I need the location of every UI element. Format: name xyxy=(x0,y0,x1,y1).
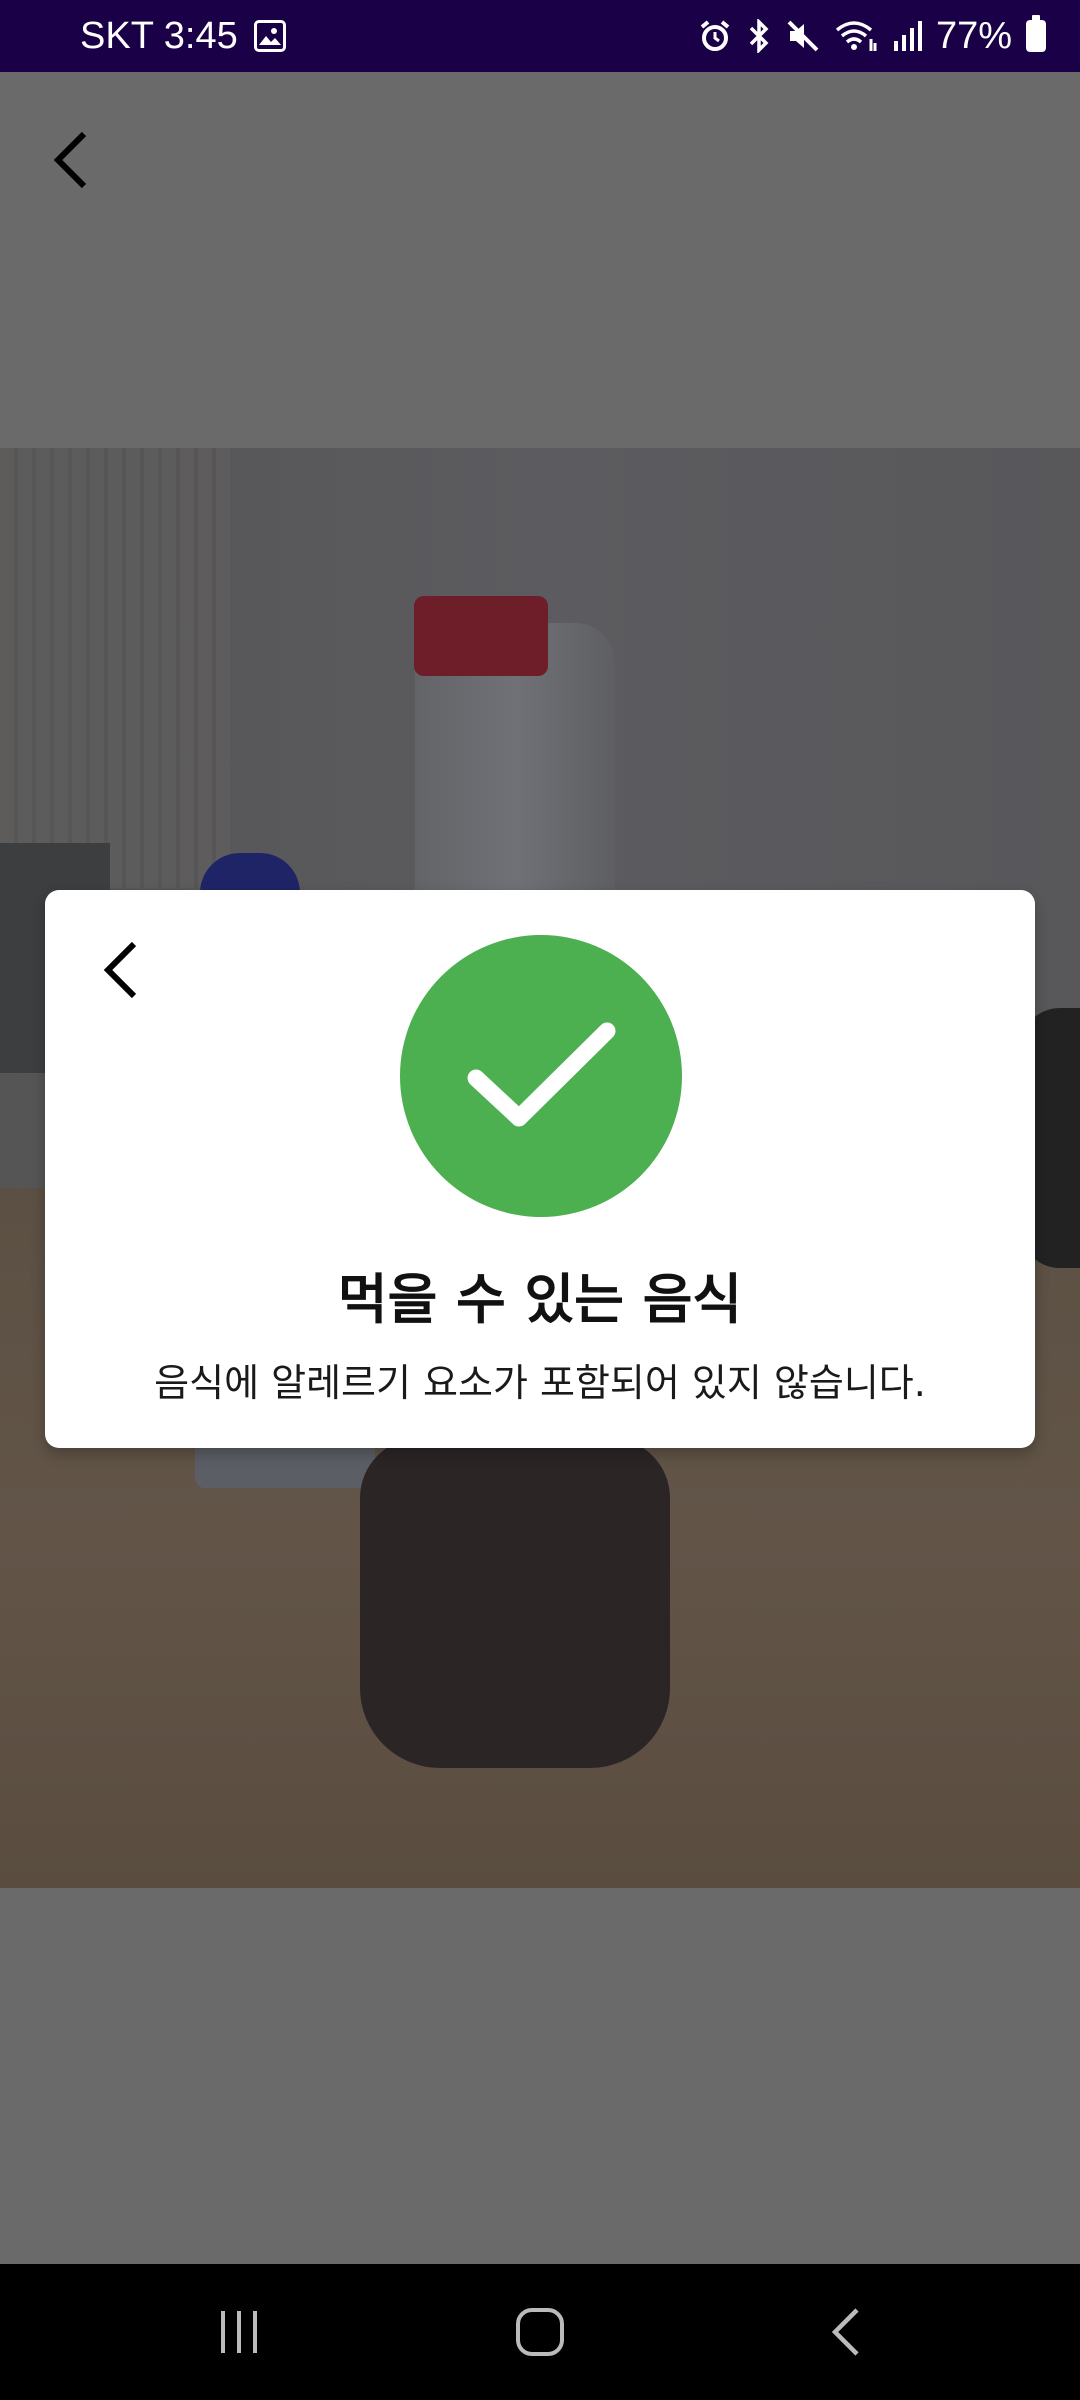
status-right: 77% xyxy=(698,0,1046,72)
home-button[interactable] xyxy=(460,2264,620,2400)
recent-apps-button[interactable] xyxy=(160,2264,320,2400)
camera-bottle-cap xyxy=(414,596,548,676)
top-back-button[interactable] xyxy=(40,120,100,200)
dialog-title: 먹을 수 있는 음식 xyxy=(337,1268,743,1331)
status-bar: SKT 3:45 77% xyxy=(0,0,1080,72)
signal-icon xyxy=(893,21,922,51)
navigation-bar xyxy=(0,2264,1080,2400)
dialog-back-button[interactable] xyxy=(85,930,155,1010)
back-arrow-icon xyxy=(103,941,137,999)
back-arrow-icon xyxy=(53,131,87,189)
wifi-icon xyxy=(835,21,877,51)
result-dialog: 먹을 수 있는 음식 음식에 알레르기 요소가 포함되어 있지 않습니다. xyxy=(45,890,1035,1448)
battery-percent: 77% xyxy=(935,14,1012,57)
alarm-icon xyxy=(700,20,730,51)
check-icon xyxy=(467,1022,616,1127)
gallery-icon xyxy=(253,20,286,52)
mute-icon xyxy=(787,20,819,52)
dialog-message: 음식에 알레르기 요소가 포함되어 있지 않습니다. xyxy=(154,1361,926,1405)
back-button[interactable] xyxy=(765,2264,925,2400)
status-left: SKT 3:45 xyxy=(80,0,286,72)
carrier-time: SKT 3:45 xyxy=(80,14,238,57)
battery-icon xyxy=(1026,15,1046,52)
back-icon xyxy=(831,2308,859,2356)
bluetooth-icon xyxy=(749,19,769,53)
success-badge xyxy=(400,935,682,1217)
camera-bottle-body xyxy=(360,1438,670,1768)
recent-apps-icon xyxy=(221,2311,257,2353)
home-icon xyxy=(516,2308,564,2356)
camera-shelf xyxy=(0,448,230,888)
